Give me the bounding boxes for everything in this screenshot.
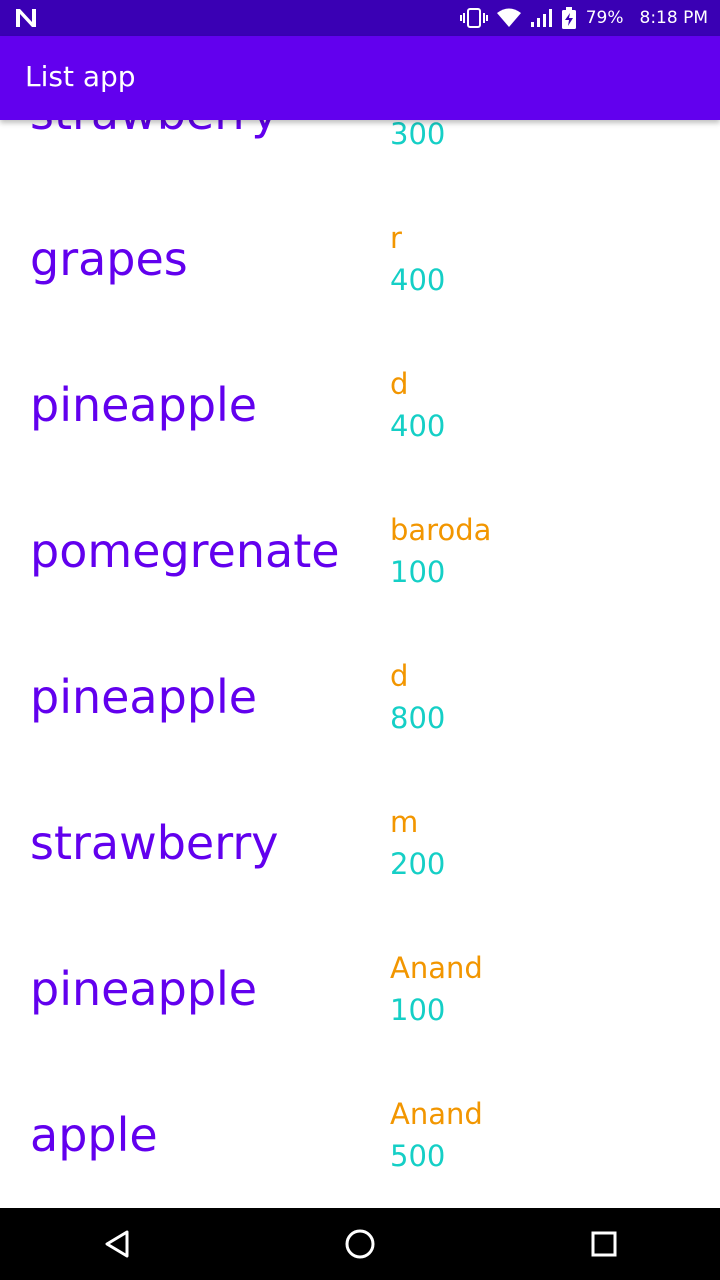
battery-charging-icon	[561, 7, 576, 29]
item-quantity: 400	[390, 263, 446, 297]
list-item[interactable]: strawberry m 300	[0, 120, 720, 186]
home-icon[interactable]	[342, 1226, 378, 1262]
app-title: List app	[25, 60, 136, 93]
item-quantity: 200	[390, 847, 446, 881]
item-meta: m 200	[390, 801, 445, 885]
item-place: Anand	[390, 1097, 483, 1131]
item-place: d	[390, 367, 409, 401]
item-meta: baroda 100	[390, 509, 491, 593]
app-bar: List app	[0, 36, 720, 120]
item-place: r	[390, 221, 402, 255]
back-icon[interactable]	[100, 1226, 136, 1262]
item-quantity: 100	[390, 555, 446, 589]
item-meta: d 800	[390, 655, 445, 739]
item-quantity: 400	[390, 409, 446, 443]
list-item[interactable]: pineapple Anand 100	[0, 916, 720, 1062]
item-list[interactable]: strawberry m 300 grapes r 400 pineapple …	[0, 120, 720, 1208]
item-meta: d 400	[390, 363, 445, 447]
item-place: baroda	[390, 513, 492, 547]
item-quantity: 800	[390, 701, 446, 735]
item-place: m	[390, 805, 419, 839]
list-item[interactable]: strawberry m 200	[0, 770, 720, 916]
list-item[interactable]: pineapple d 800	[0, 624, 720, 770]
item-meta: r 400	[390, 217, 445, 301]
list-item[interactable]: pomegrenate baroda 100	[0, 478, 720, 624]
item-name: pineapple	[30, 670, 258, 724]
item-name: pineapple	[30, 962, 258, 1016]
wifi-icon	[496, 7, 522, 29]
list-item[interactable]: apple Anand 500	[0, 1062, 720, 1208]
item-quantity: 100	[390, 993, 446, 1027]
vibrate-icon	[459, 7, 488, 29]
item-name: pomegrenate	[30, 524, 340, 578]
item-place: Anand	[390, 951, 483, 985]
recents-icon[interactable]	[586, 1226, 622, 1262]
item-name: apple	[30, 1108, 158, 1162]
item-name: strawberry	[30, 816, 279, 870]
n-logo-icon	[14, 7, 38, 29]
item-name: grapes	[30, 232, 188, 286]
battery-percent: 79%	[585, 8, 624, 28]
status-bar: 79% 8:18 PM	[0, 0, 720, 36]
item-name: pineapple	[30, 378, 258, 432]
item-meta: Anand 100	[390, 947, 483, 1031]
status-time: 8:18 PM	[639, 8, 709, 28]
item-meta: Anand 500	[390, 1093, 483, 1177]
item-quantity: 300	[390, 120, 446, 151]
list-item[interactable]: grapes r 400	[0, 186, 720, 332]
item-quantity: 500	[390, 1139, 446, 1173]
item-place: d	[390, 659, 409, 693]
item-name: strawberry	[30, 120, 278, 140]
item-meta: m 300	[390, 120, 445, 155]
list-item[interactable]: pineapple d 400	[0, 332, 720, 478]
signal-icon	[530, 7, 554, 29]
navigation-bar	[0, 1208, 720, 1280]
